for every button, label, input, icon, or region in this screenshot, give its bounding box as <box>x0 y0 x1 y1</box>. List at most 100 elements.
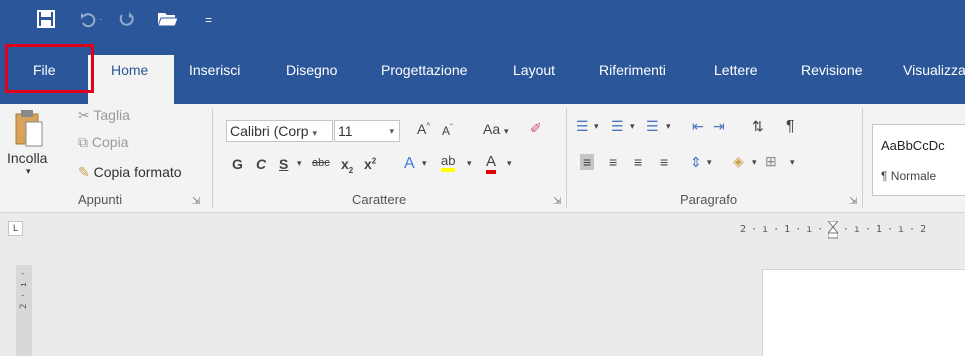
cut-label: Taglia <box>93 107 130 123</box>
sort-icon[interactable]: ⇅ <box>752 118 764 135</box>
decrease-indent-icon[interactable]: ⇤ <box>692 118 704 135</box>
chevron-down-icon[interactable]: = <box>205 10 212 30</box>
highlight-dropdown-icon[interactable]: ▾ <box>467 158 472 169</box>
shrink-font-button[interactable]: Aˇ <box>442 123 453 138</box>
strikethrough-button[interactable]: abc <box>312 157 330 169</box>
undo-icon[interactable] <box>79 10 97 30</box>
group-label-font: Carattere <box>352 192 407 207</box>
justify-icon[interactable]: ≡ <box>660 154 668 170</box>
horizontal-ruler[interactable]: 2 · ı · 1 · ı · · ı · 1 · ı · 2 <box>740 219 965 239</box>
group-separator <box>566 108 567 208</box>
shading-dropdown-icon[interactable]: ▾ <box>752 157 757 168</box>
align-center-icon[interactable]: ≡ <box>609 154 617 170</box>
bullets-dropdown-icon[interactable]: ▾ <box>594 121 599 132</box>
style-name: ¶ Normale <box>881 169 937 183</box>
format-painter-button[interactable]: ✎ Copia formato <box>78 164 182 181</box>
shrink-font-label: A <box>442 124 451 138</box>
copy-label: Copia <box>91 134 129 150</box>
copy-icon: ⧉ <box>78 134 88 150</box>
style-normal[interactable]: AaBbCcDc ¶ Normale <box>872 124 965 196</box>
save-icon[interactable] <box>37 10 55 30</box>
multilevel-list-icon[interactable]: ☰ <box>646 118 659 135</box>
format-painter-label: Copia formato <box>93 164 182 180</box>
show-marks-button[interactable]: ¶ <box>786 118 795 136</box>
superscript-label: x <box>364 156 372 172</box>
font-name-box[interactable]: Calibri (Corp ▾ <box>226 120 333 142</box>
group-label-clipboard: Appunti <box>78 192 123 207</box>
highlight-button[interactable]: ab <box>441 154 456 172</box>
vertical-ruler-marks: 2 · ı · <box>19 271 29 309</box>
ribbon-tabs: File Home Inserisci Disegno Progettazion… <box>0 42 965 104</box>
document-page[interactable] <box>762 269 965 356</box>
text-effects-dropdown-icon[interactable]: ▾ <box>422 158 427 169</box>
redo-icon[interactable] <box>118 10 136 30</box>
tab-selector[interactable]: L <box>8 221 23 236</box>
italic-button[interactable]: C <box>256 156 266 172</box>
font-color-dropdown-icon[interactable]: ▾ <box>507 158 512 169</box>
shading-icon[interactable]: ◈ <box>733 153 744 170</box>
line-spacing-icon[interactable]: ⇕ <box>690 154 702 171</box>
subscript-button[interactable]: x2 <box>341 156 353 175</box>
group-separator <box>862 108 863 208</box>
tab-layout[interactable]: Layout <box>513 62 555 78</box>
tab-design[interactable]: Progettazione <box>381 62 467 78</box>
tab-mailings[interactable]: Lettere <box>714 62 758 78</box>
ribbon-home: Incolla ▾ ✂ Taglia ⧉ Copia ✎ Copia forma… <box>0 104 965 213</box>
align-right-icon[interactable]: ≡ <box>634 154 642 170</box>
tab-review[interactable]: Revisione <box>801 62 862 78</box>
bold-button[interactable]: G <box>232 156 243 172</box>
horizontal-ruler-marks-right: · ı · 1 · ı · 2 <box>842 224 926 235</box>
line-spacing-dropdown-icon[interactable]: ▾ <box>707 157 712 168</box>
tab-view[interactable]: Visualizza <box>903 62 965 78</box>
change-case-label: Aa <box>483 121 501 137</box>
horizontal-ruler-marks: 2 · ı · 1 · ı · <box>740 224 829 235</box>
copy-button[interactable]: ⧉ Copia <box>78 134 128 151</box>
font-color-button[interactable]: A <box>486 154 497 174</box>
paste-dropdown-icon[interactable]: ▾ <box>26 166 31 177</box>
tab-draw[interactable]: Disegno <box>286 62 337 78</box>
font-launcher-icon[interactable]: ⇲ <box>553 196 561 207</box>
vertical-ruler[interactable]: 2 · ı · <box>16 265 32 356</box>
numbering-dropdown-icon[interactable]: ▾ <box>630 121 635 132</box>
cut-button[interactable]: ✂ Taglia <box>78 107 130 124</box>
style-preview: AaBbCcDc <box>881 138 945 153</box>
undo-dropdown-icon[interactable]: · <box>99 10 102 30</box>
font-name-dropdown-icon: ▾ <box>312 128 317 138</box>
numbering-icon[interactable]: ☰ <box>611 118 624 135</box>
file-highlight-box <box>5 44 94 93</box>
grow-font-button[interactable]: A^ <box>417 121 430 137</box>
increase-indent-icon[interactable]: ⇥ <box>713 118 725 135</box>
group-label-paragraph: Paragrafo <box>680 192 738 207</box>
borders-dropdown-icon[interactable]: ▾ <box>790 157 795 168</box>
title-bar: · = <box>0 0 965 42</box>
change-case-dropdown-icon: ▾ <box>504 126 509 136</box>
text-effects-button[interactable]: A <box>404 155 415 173</box>
change-case-button[interactable]: Aa ▾ <box>483 121 509 137</box>
underline-button[interactable]: S <box>279 156 288 172</box>
clipboard-launcher-icon[interactable]: ⇲ <box>192 196 200 207</box>
tab-home[interactable]: Home <box>111 62 148 78</box>
brush-icon: ✎ <box>78 164 90 180</box>
group-separator <box>212 108 213 208</box>
paragraph-launcher-icon[interactable]: ⇲ <box>849 196 857 207</box>
font-size-dropdown-icon: ▾ <box>389 126 394 136</box>
scissors-icon: ✂ <box>78 107 90 123</box>
font-size-box[interactable]: 11 ▾ <box>334 120 400 142</box>
font-size-value: 11 <box>338 123 353 139</box>
folder-open-icon[interactable] <box>157 10 179 30</box>
align-left-icon[interactable]: ≡ <box>580 154 595 170</box>
font-name-value: Calibri (Corp <box>230 123 309 139</box>
underline-dropdown-icon[interactable]: ▾ <box>297 158 302 169</box>
bullets-icon[interactable]: ☰ <box>576 118 589 135</box>
tab-insert[interactable]: Inserisci <box>189 62 240 78</box>
indent-marker-icon[interactable] <box>827 220 840 239</box>
paste-button[interactable]: Incolla <box>7 150 47 166</box>
multilevel-dropdown-icon[interactable]: ▾ <box>666 121 671 132</box>
tab-references[interactable]: Riferimenti <box>599 62 666 78</box>
clear-formatting-icon[interactable]: ✐ <box>530 120 542 137</box>
subscript-label: x <box>341 156 349 172</box>
clipboard-paste-icon[interactable] <box>14 108 44 155</box>
borders-icon[interactable]: ⊞ <box>765 153 777 170</box>
grow-font-label: A <box>417 121 427 137</box>
superscript-button[interactable]: x2 <box>364 156 376 172</box>
